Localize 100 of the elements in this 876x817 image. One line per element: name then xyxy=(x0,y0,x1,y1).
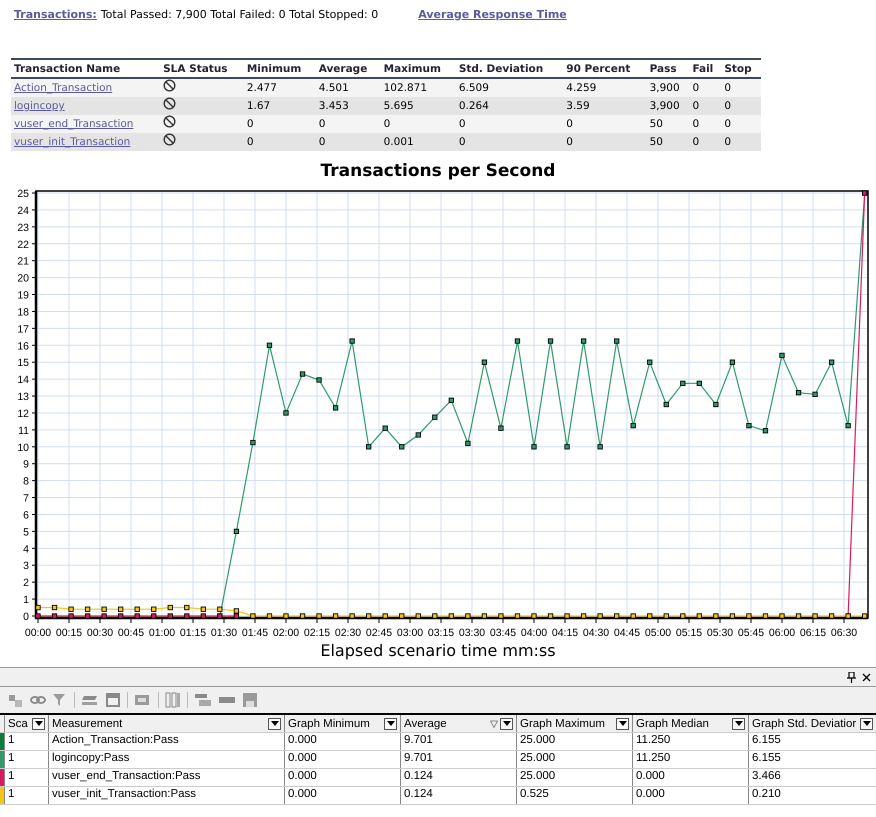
y-tick-label: 12 xyxy=(17,408,29,420)
dropdown-button[interactable] xyxy=(384,718,397,730)
table-cell: 102.871 xyxy=(380,78,456,97)
columns-icon[interactable] xyxy=(165,692,181,708)
grid-cell: 6.155 xyxy=(748,733,876,750)
column-header[interactable]: Graph Maximum xyxy=(520,718,614,730)
x-tick-label: 06:15 xyxy=(800,627,826,639)
table-cell: 0 xyxy=(721,78,761,97)
data-point xyxy=(680,380,686,386)
data-point xyxy=(548,338,554,344)
column-header[interactable]: Average xyxy=(404,718,488,730)
x-tick-label: 00:15 xyxy=(56,627,82,639)
column-header[interactable]: Graph Minimum xyxy=(288,718,382,730)
dropdown-button[interactable] xyxy=(732,718,745,730)
grid-cell: vuser_end_Transaction:Pass xyxy=(48,769,284,786)
dropdown-button[interactable] xyxy=(500,718,513,730)
table-cell: 0 xyxy=(456,133,564,151)
table-icon[interactable] xyxy=(134,692,152,708)
grid-cell: 1 xyxy=(4,751,48,768)
dropdown-button[interactable] xyxy=(616,718,629,730)
grid-cell: 0.210 xyxy=(748,787,876,804)
data-point xyxy=(316,377,322,383)
data-point xyxy=(531,444,537,450)
x-tick-label: 03:45 xyxy=(490,627,516,639)
table-cell: 0 xyxy=(721,133,761,151)
data-point xyxy=(828,360,834,365)
x-tick-label: 02:30 xyxy=(334,627,362,639)
y-tick-label: 13 xyxy=(17,391,29,404)
grid-cell: 0.000 xyxy=(284,787,400,804)
table-cell: 3.453 xyxy=(316,97,381,115)
window-icon[interactable] xyxy=(105,692,121,708)
grid-cell: 11.250 xyxy=(632,751,748,768)
data-point xyxy=(399,444,404,450)
x-tick-label: 05:15 xyxy=(676,627,702,639)
data-point xyxy=(465,440,471,446)
y-tick-label: 25 xyxy=(17,188,29,200)
report-link[interactable]: Average Response Time xyxy=(418,8,567,20)
data-point xyxy=(52,604,58,610)
table-cell: 0.264 xyxy=(456,97,564,115)
close-icon[interactable] xyxy=(862,672,871,682)
data-point xyxy=(448,398,454,403)
grid-cell: 3.466 xyxy=(748,769,876,786)
save-icon[interactable] xyxy=(242,692,258,708)
column-header[interactable]: Graph Median xyxy=(636,718,730,730)
data-point xyxy=(382,426,388,431)
y-tick-label: 4 xyxy=(23,543,29,556)
table-cell: 0 xyxy=(316,115,381,133)
data-point xyxy=(713,402,719,408)
x-tick-label: 05:45 xyxy=(738,627,764,639)
table-cell: 0 xyxy=(689,97,722,115)
grid-cell: 9.701 xyxy=(400,733,516,750)
x-axis-title: Elapsed scenario time mm:ss xyxy=(319,641,557,662)
data-point xyxy=(845,423,851,428)
grid-cell: 1 xyxy=(4,733,48,750)
dropdown-button[interactable] xyxy=(268,718,281,730)
x-tick-label: 04:00 xyxy=(520,627,548,639)
table-cell: 6.509 xyxy=(456,78,564,97)
transactions-link[interactable]: Transactions: xyxy=(14,8,97,20)
chart-title: Transactions per Second xyxy=(320,161,556,183)
stack-icon[interactable] xyxy=(194,692,212,708)
grid-cell: 25.000 xyxy=(516,751,632,768)
table-cell: 0 xyxy=(456,115,564,133)
dropdown-button[interactable] xyxy=(860,718,873,730)
blocked-icon xyxy=(163,133,176,146)
blocked-icon xyxy=(163,97,176,110)
data-point xyxy=(168,604,173,610)
y-tick-label: 2 xyxy=(23,577,29,590)
table-cell: 0 xyxy=(563,115,647,133)
y-tick-label: 22 xyxy=(17,238,29,251)
data-point xyxy=(762,428,768,434)
y-tick-label: 14 xyxy=(17,374,29,386)
grid-cell: vuser_init_Transaction:Pass xyxy=(48,787,284,804)
data-point xyxy=(664,402,669,408)
export-icon[interactable] xyxy=(8,692,24,708)
y-tick-label: 19 xyxy=(17,290,29,302)
x-tick-label: 00:45 xyxy=(118,627,144,639)
table-cell: 1.67 xyxy=(244,97,316,115)
x-tick-label: 00:00 xyxy=(24,627,52,639)
dropdown-button[interactable] xyxy=(32,718,45,730)
column-header[interactable]: Graph Std. Deviatior xyxy=(752,718,858,730)
data-point xyxy=(696,380,702,386)
grid-cell: 0.000 xyxy=(284,751,400,768)
y-tick-label: 18 xyxy=(17,306,29,318)
column-header[interactable]: Sca xyxy=(8,718,30,730)
table-cell: 50 xyxy=(646,115,690,133)
data-point xyxy=(812,392,818,397)
grid-cell: 25.000 xyxy=(516,733,632,750)
x-tick-label: 02:00 xyxy=(272,627,300,639)
grid-cell: 0.525 xyxy=(516,787,632,804)
y-tick-label: 1 xyxy=(23,594,29,606)
data-point xyxy=(514,338,520,344)
y-tick-label: 10 xyxy=(17,442,29,454)
table-cell: 0 xyxy=(721,115,761,133)
pin-icon[interactable] xyxy=(847,672,856,682)
filter-icon[interactable] xyxy=(52,692,68,708)
column-header[interactable]: Measurement xyxy=(52,718,266,730)
data-point xyxy=(432,414,438,420)
x-tick-label: 01:30 xyxy=(210,627,238,639)
y-tick-label: 3 xyxy=(23,560,29,572)
data-point xyxy=(283,410,289,416)
